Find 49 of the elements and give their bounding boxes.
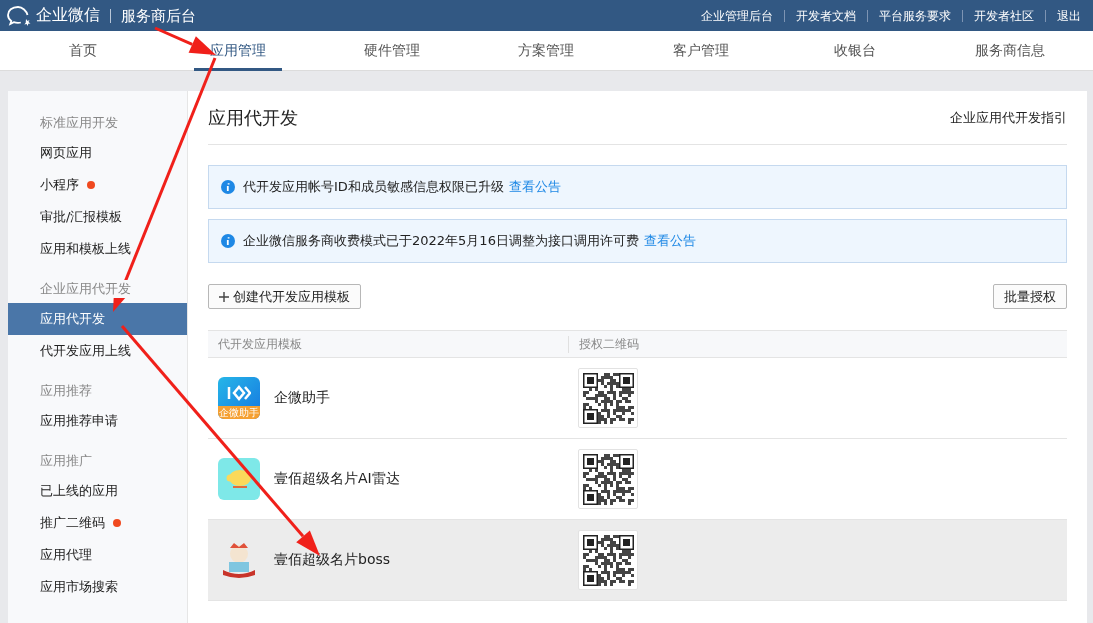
notice-link[interactable]: 查看公告: [643, 232, 696, 250]
piggy-bank-icon: [218, 458, 260, 500]
nav-tab[interactable]: 硬件管理: [348, 31, 437, 71]
chat-bubble-logo-icon: [6, 4, 32, 27]
sidebar-item[interactable]: 应用代理: [8, 539, 187, 571]
portal-subtitle: 服务商后台: [110, 8, 196, 23]
sidebar-item[interactable]: 代开发应用上线: [8, 335, 187, 367]
page-title: 应用代开发: [208, 105, 298, 130]
brand-name: 企业微信: [36, 5, 100, 26]
top-nav-link[interactable]: 开发者社区: [962, 9, 1045, 22]
sidebar-item[interactable]: 小程序: [8, 169, 187, 201]
top-nav-link[interactable]: 企业管理后台: [690, 9, 784, 22]
sidebar-group-title: 应用推荐: [40, 382, 92, 400]
notice-text: 企业微信服务商收费模式已于2022年5月16日调整为接口调用许可费: [243, 232, 639, 250]
app-name: 壹佰超级名片AI雷达: [274, 470, 400, 488]
sidebar-item[interactable]: 推广二维码: [8, 507, 187, 539]
logo-mark-icon: [227, 385, 251, 401]
column-header: 授权二维码: [568, 335, 1067, 353]
sidebar-group-title: 应用推广: [40, 452, 92, 470]
sidebar-item[interactable]: 应用和模板上线: [8, 233, 187, 265]
app-name: 壹佰超级名片boss: [274, 551, 391, 569]
sidebar-item[interactable]: 审批/汇报模板: [8, 201, 187, 233]
sidebar-group-title: 企业应用代开发: [40, 280, 131, 298]
nav-tab[interactable]: 服务商信息: [958, 31, 1061, 71]
app-icon-label: 企微助手: [218, 406, 260, 419]
guide-link[interactable]: 企业应用代开发指引: [950, 108, 1067, 127]
info-icon: [221, 234, 235, 248]
nav-tab[interactable]: 首页: [53, 31, 114, 71]
top-nav-link[interactable]: 退出: [1045, 9, 1081, 22]
notice-text: 代开发应用帐号ID和成员敏感信息权限已升级: [243, 178, 504, 196]
create-template-button[interactable]: 创建代开发应用模板: [208, 284, 361, 309]
column-header: 代开发应用模板: [217, 335, 303, 353]
notice-link[interactable]: 查看公告: [508, 178, 561, 196]
sidebar-group-title: 标准应用开发: [40, 114, 118, 132]
nav-tab[interactable]: 收银台: [818, 31, 893, 71]
sidebar-item[interactable]: 已上线的应用: [8, 475, 187, 507]
nav-tab[interactable]: 方案管理: [502, 31, 591, 71]
batch-authorize-button[interactable]: 批量授权: [993, 284, 1067, 309]
sidebar-item[interactable]: 应用代开发: [8, 303, 187, 335]
sidebar-item[interactable]: 应用推荐申请: [8, 405, 187, 437]
info-icon: [221, 180, 235, 194]
plus-icon: [219, 291, 229, 302]
table-row[interactable]: 壹佰超级名片boss: [208, 520, 1067, 601]
sidebar-item[interactable]: 应用市场搜索: [8, 571, 187, 603]
sidebar-item[interactable]: 网页应用: [8, 137, 187, 169]
nav-tab[interactable]: 客户管理: [656, 31, 745, 71]
top-nav-link[interactable]: 平台服务要求: [867, 9, 962, 22]
app-name: 企微助手: [274, 389, 330, 407]
top-nav-link[interactable]: 开发者文档: [784, 9, 867, 22]
